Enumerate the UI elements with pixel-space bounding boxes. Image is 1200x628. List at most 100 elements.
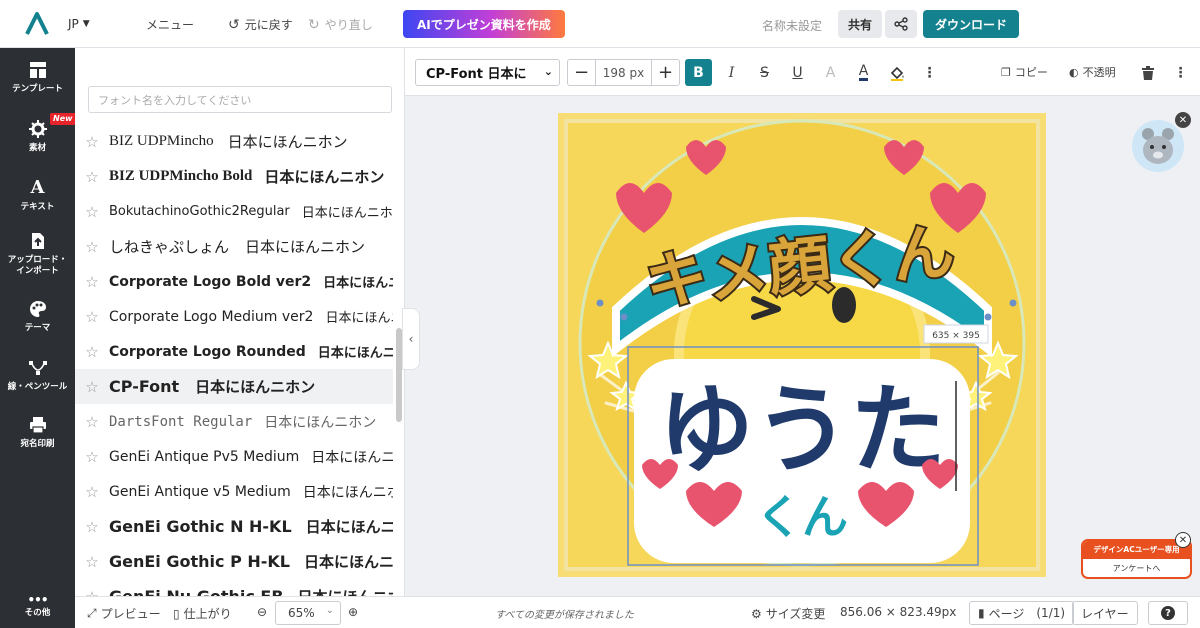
star-icon[interactable]: ☆	[75, 378, 109, 396]
star-icon[interactable]: ☆	[75, 518, 109, 536]
app-logo[interactable]	[0, 0, 74, 48]
ai-presentation-button[interactable]: AIでプレゼン資料を作成	[403, 10, 565, 38]
star-icon[interactable]: ☆	[75, 448, 109, 466]
star-icon[interactable]: ☆	[75, 273, 109, 291]
opacity-button[interactable]: ◐ 不透明	[1069, 64, 1116, 80]
more-options-button[interactable]: ⋮	[916, 59, 943, 86]
artboard[interactable]: キメ顔くん ゆうた くん 635 × 395	[558, 113, 1046, 577]
star-icon[interactable]: ☆	[75, 588, 109, 597]
redo-icon: ↻	[308, 16, 320, 33]
survey-link[interactable]: アンケートへ	[1083, 559, 1190, 577]
pen-tool-icon	[27, 358, 49, 378]
copy-button[interactable]: ❐ コピー	[1001, 64, 1048, 80]
zoom-in-button[interactable]: ⊕	[348, 605, 358, 619]
nav-material[interactable]: New 素材	[0, 113, 76, 154]
survey-close-button[interactable]: ✕	[1175, 532, 1191, 548]
mascot-close-button[interactable]: ✕	[1175, 112, 1191, 128]
menu-button[interactable]: メニュー	[146, 16, 194, 33]
language-selector[interactable]: JP ▼	[68, 17, 90, 31]
increase-size-button[interactable]: +	[652, 60, 679, 85]
font-item-sample: 日本にほんニホン	[245, 238, 366, 256]
nav-template[interactable]: テンプレート	[0, 60, 75, 95]
share-button[interactable]: 共有	[838, 10, 883, 38]
sub-text[interactable]: くん	[756, 490, 848, 544]
survey-banner[interactable]: デザインACユーザー専用 アンケートへ	[1081, 539, 1192, 579]
nav-address-print[interactable]: 宛名印刷	[0, 415, 75, 450]
star-icon[interactable]: ☆	[75, 238, 109, 256]
font-item-name: BIZ UDPMincho Bold	[109, 168, 253, 184]
page-button[interactable]: ▮ ページ (1/1)	[969, 601, 1075, 625]
delete-button[interactable]	[1134, 59, 1161, 86]
font-item[interactable]: ☆ しねきゃぷしょん 日本にほんニホン	[75, 229, 393, 264]
strikethrough-button[interactable]: S	[751, 59, 778, 86]
font-item[interactable]: ☆ BIZ UDPMincho Bold 日本にほんニホン	[75, 159, 393, 194]
page-count: (1/1)	[1036, 606, 1066, 620]
name-text[interactable]: ゆうた	[658, 374, 946, 486]
more-menu-button[interactable]: ⋮	[1167, 59, 1194, 86]
star-icon[interactable]: ☆	[75, 203, 109, 221]
decrease-size-button[interactable]: −	[568, 60, 595, 85]
font-size-value: 198 px	[602, 65, 645, 80]
font-item-sample: 日本にほんニホン	[298, 586, 393, 596]
download-label: ダウンロード	[935, 17, 1008, 32]
star-icon[interactable]: ☆	[75, 168, 109, 186]
font-item[interactable]: ☆ GenEi Gothic P H-KL 日本にほんニホン	[75, 544, 393, 579]
mascot-assistant[interactable]	[1132, 120, 1184, 172]
nav-theme[interactable]: テーマ	[0, 299, 75, 334]
nav-pen-tool[interactable]: 線・ペンツール	[0, 358, 75, 393]
text-color-button[interactable]: A	[850, 59, 877, 86]
underline-button[interactable]: U	[784, 59, 811, 86]
font-item[interactable]: ☆ GenEi Gothic N H-KL 日本にほんニホン	[75, 509, 393, 544]
font-item-sample: 日本にほんニホン	[305, 518, 393, 536]
font-item[interactable]: ☆ Corporate Logo Medium ver2 日本にほんニホン	[75, 299, 393, 334]
help-button[interactable]: ?	[1148, 601, 1188, 625]
font-item[interactable]: ☆ GenEi Antique Pv5 Medium 日本にほんニホン	[75, 439, 393, 474]
font-item[interactable]: ☆ BokutachinoGothic2Regular 日本にほんニホン	[75, 194, 393, 229]
expand-icon: ⤢	[87, 606, 97, 620]
undo-button[interactable]: ↺ 元に戻す	[228, 16, 293, 33]
font-item[interactable]: ☆ GenEi Antique v5 Medium 日本にほんニホン	[75, 474, 393, 509]
nav-upload[interactable]: アップロード・インポート	[0, 231, 75, 276]
top-bar: JP ▼ メニュー ↺ 元に戻す ↻ やり直し AIでプレゼン資料を作成 名称未…	[0, 0, 1200, 48]
nav-upload-label: アップロード・インポート	[7, 255, 68, 276]
star-icon[interactable]: ☆	[75, 308, 109, 326]
font-family-select[interactable]: CP-Font 日本に ⌄	[415, 59, 560, 86]
font-size-stepper: − 198 px +	[567, 59, 680, 86]
redo-button[interactable]: ↻ やり直し	[308, 16, 373, 33]
copy-icon: ❐	[1001, 65, 1011, 79]
zoom-out-button[interactable]: ⊖	[257, 605, 267, 619]
document-name[interactable]: 名称未設定	[762, 17, 822, 34]
font-item-sample: 日本にほんニホン	[302, 484, 393, 501]
layer-button[interactable]: レイヤー	[1072, 601, 1138, 625]
font-item[interactable]: ☆ DartsFont Regular 日本にほんニホン	[75, 404, 393, 439]
font-size-input[interactable]: 198 px	[595, 60, 652, 85]
gear-icon: ⚙	[751, 606, 762, 621]
font-search-input[interactable]: フォント名を入力してください	[88, 86, 392, 113]
text-outline-button[interactable]: A	[817, 59, 844, 86]
download-button[interactable]: ダウンロード	[923, 10, 1020, 38]
star-icon[interactable]: ☆	[75, 133, 109, 151]
italic-button[interactable]: I	[718, 59, 745, 86]
resize-button[interactable]: ⚙ サイズ変更	[751, 605, 825, 622]
material-icon	[27, 119, 49, 139]
font-item-selected[interactable]: ☆ CP-Font 日本にほんニホン	[75, 369, 393, 404]
finish-button[interactable]: ▯ 仕上がり	[173, 605, 232, 622]
preview-button[interactable]: ⤢ プレビュー	[87, 605, 161, 622]
bold-button[interactable]: B	[685, 59, 712, 86]
font-item-name: CP-Font	[109, 377, 180, 396]
font-item[interactable]: ☆ Corporate Logo Rounded 日本にほんニホン	[75, 334, 393, 369]
star-icon[interactable]: ☆	[75, 343, 109, 361]
nav-text[interactable]: A テキスト	[0, 177, 75, 213]
nav-more[interactable]: ••• その他	[0, 593, 75, 619]
star-icon[interactable]: ☆	[75, 483, 109, 501]
zoom-out-icon: ⊖	[257, 605, 268, 619]
fill-color-button[interactable]	[883, 59, 910, 86]
star-icon[interactable]: ☆	[75, 553, 109, 571]
font-item[interactable]: ☆ BIZ UDPMincho 日本にほんニホン	[75, 124, 393, 159]
zoom-select[interactable]: 65% ⌄	[275, 601, 341, 625]
language-label: JP	[68, 16, 79, 31]
share-link-button[interactable]	[885, 10, 917, 38]
font-item[interactable]: ☆ GenEi Nu Gothic EB 日本にほんニホン	[75, 579, 393, 596]
star-icon[interactable]: ☆	[75, 413, 109, 431]
font-item[interactable]: ☆ Corporate Logo Bold ver2 日本にほんニホン	[75, 264, 393, 299]
